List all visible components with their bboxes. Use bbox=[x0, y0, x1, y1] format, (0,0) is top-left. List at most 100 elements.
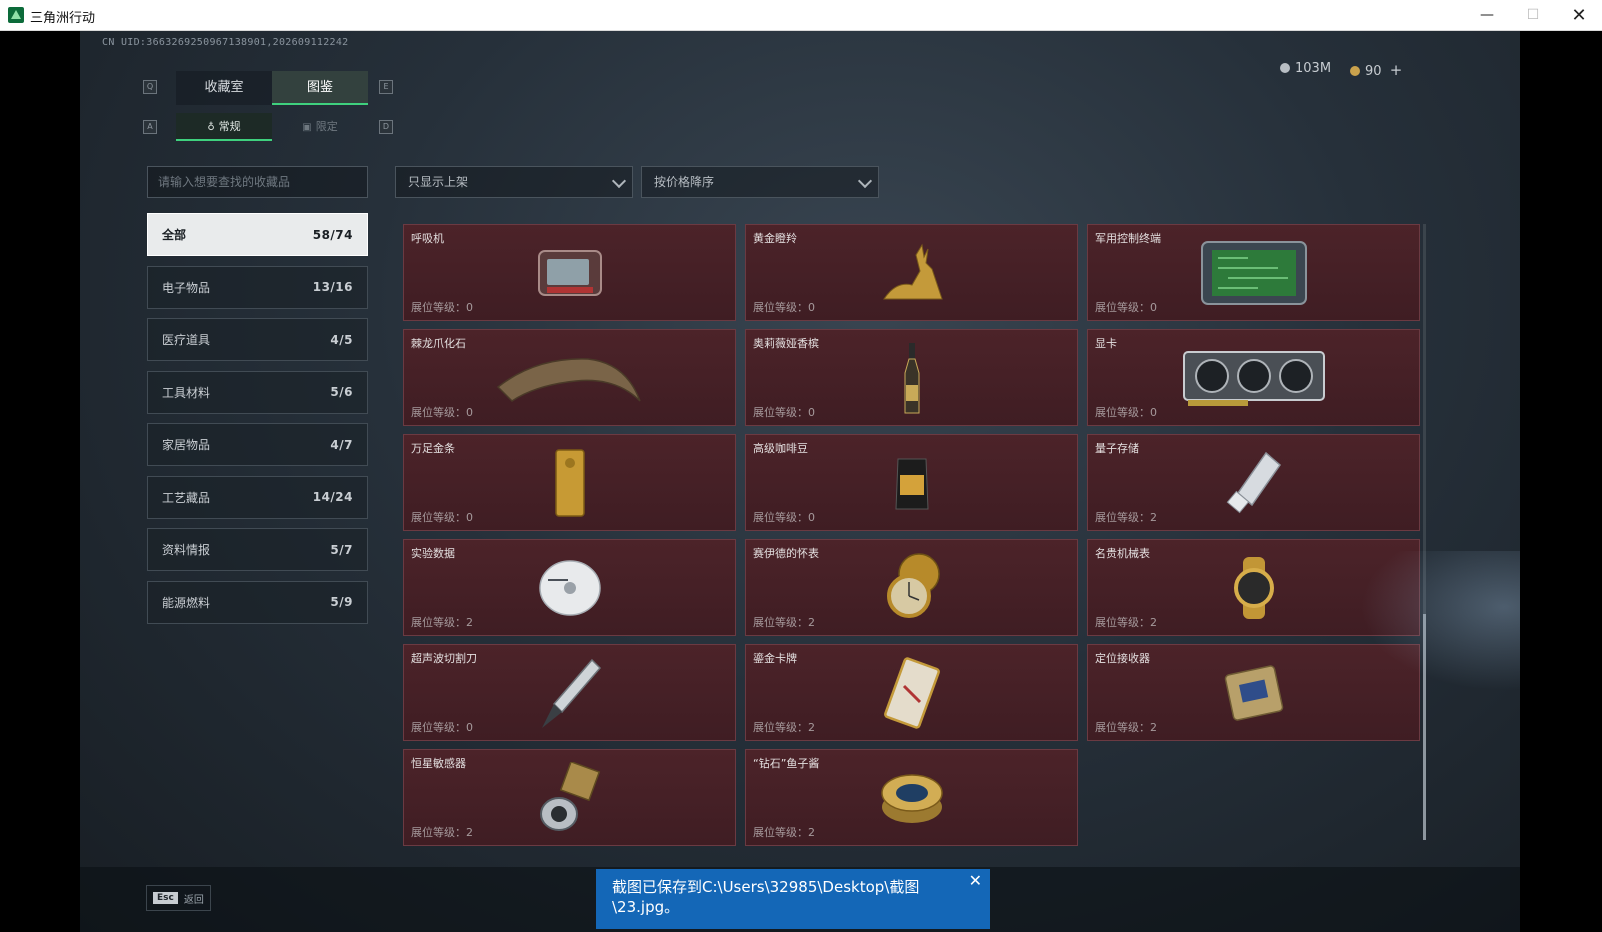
item-level: 展位等级：0 bbox=[753, 511, 815, 524]
item-level: 展位等级：2 bbox=[411, 826, 473, 839]
item-name: 黄金瞪羚 bbox=[753, 232, 797, 245]
subtab-regular[interactable]: ♁ 常规 bbox=[176, 113, 272, 141]
back-button[interactable]: Esc 返回 bbox=[146, 885, 211, 911]
item-card[interactable]: 高级咖啡豆 展位等级：0 bbox=[745, 434, 1078, 531]
item-name: 名贵机械表 bbox=[1095, 547, 1150, 560]
esc-key-icon: Esc bbox=[153, 892, 178, 904]
category-label: 资料情报 bbox=[162, 543, 211, 557]
window-title: 三角洲行动 bbox=[30, 11, 96, 26]
category-household[interactable]: 家居物品 4/7 bbox=[147, 423, 368, 466]
player-uid: CN UID:3663269250967138901,202609112242 bbox=[102, 37, 349, 48]
back-label: 返回 bbox=[183, 894, 204, 906]
key-hint-q: Q bbox=[143, 80, 157, 94]
tab-codex[interactable]: 图鉴 bbox=[272, 71, 368, 105]
category-label: 全部 bbox=[162, 228, 187, 242]
sub-tabs: ♁ 常规 ▣ 限定 bbox=[176, 113, 368, 141]
item-card[interactable]: 呼吸机 展位等级：0 bbox=[403, 224, 736, 321]
item-name: 奥莉薇娅香槟 bbox=[753, 337, 819, 350]
champagne-icon bbox=[904, 343, 919, 414]
item-name: 实验数据 bbox=[411, 547, 455, 560]
category-count: 13/16 bbox=[312, 280, 353, 294]
item-card[interactable]: 定位接收器 展位等级：2 bbox=[1087, 644, 1420, 741]
star-sensor-icon bbox=[539, 762, 600, 831]
ventilator-icon bbox=[537, 250, 602, 296]
category-all[interactable]: 全部 58/74 bbox=[147, 213, 368, 256]
category-tools[interactable]: 工具材料 5/6 bbox=[147, 370, 368, 414]
collection-search-input[interactable]: 请输入想要查找的收藏品 bbox=[147, 166, 368, 198]
item-level: 展位等级：0 bbox=[411, 301, 473, 314]
item-name: “钻石”鱼子酱 bbox=[753, 757, 820, 770]
luxury-watch-icon bbox=[1233, 557, 1274, 619]
item-card[interactable]: 显卡 展位等级：0 bbox=[1087, 329, 1420, 426]
item-card[interactable]: 恒星敏感器 展位等级：2 bbox=[403, 749, 736, 846]
item-card[interactable]: “钻石”鱼子酱 展位等级：2 bbox=[745, 749, 1078, 846]
item-card[interactable]: 名贵机械表 展位等级：2 bbox=[1087, 539, 1420, 636]
pocket-watch-icon bbox=[886, 553, 940, 618]
item-card[interactable]: 赛伊德的怀表 展位等级：2 bbox=[745, 539, 1078, 636]
maximize-button[interactable]: ☐ bbox=[1510, 0, 1556, 31]
chevron-down-icon bbox=[611, 173, 627, 189]
item-card[interactable]: 黄金瞪羚 展位等级：0 bbox=[745, 224, 1078, 321]
category-electronics[interactable]: 电子物品 13/16 bbox=[147, 265, 368, 309]
category-intel[interactable]: 资料情报 5/7 bbox=[147, 528, 368, 571]
toast-close-button[interactable]: ✕ bbox=[969, 871, 982, 891]
item-card[interactable]: 军用控制终端 展位等级：0 bbox=[1087, 224, 1420, 321]
item-level: 展位等级：2 bbox=[1095, 721, 1157, 734]
item-card[interactable]: 万足金条 展位等级：0 bbox=[403, 434, 736, 531]
item-level: 展位等级：0 bbox=[1095, 406, 1157, 419]
subtab-limited[interactable]: ▣ 限定 bbox=[272, 113, 368, 141]
item-name: 恒星敏感器 bbox=[411, 757, 466, 770]
item-card[interactable]: 奥莉薇娅香槟 展位等级：0 bbox=[745, 329, 1078, 426]
minimize-button[interactable]: — bbox=[1464, 0, 1510, 31]
scrollbar-thumb[interactable] bbox=[1423, 614, 1426, 840]
sort-dropdown[interactable]: 按价格降序 bbox=[641, 166, 879, 198]
subtab-limited-label: 限定 bbox=[315, 120, 338, 133]
toast-message: 截图已保存到C:\Users\32985\Desktop\截图\23.jpg。 bbox=[612, 878, 920, 916]
category-list: 全部 58/74 电子物品 13/16 医疗道具 4/5 工具材料 5/6 家居物品 4/… bbox=[147, 213, 368, 633]
item-card[interactable]: 鎏金卡牌 展位等级：2 bbox=[745, 644, 1078, 741]
item-level: 展位等级：0 bbox=[753, 301, 815, 314]
window-titlebar: 三角洲行动 — ☐ ✕ bbox=[0, 0, 1602, 31]
category-count: 5/6 bbox=[330, 385, 353, 399]
gold-coin-icon bbox=[1350, 66, 1360, 76]
close-window-button[interactable]: ✕ bbox=[1556, 0, 1602, 31]
tab-collection-room[interactable]: 收藏室 bbox=[176, 71, 272, 105]
category-energy[interactable]: 能源燃料 5/9 bbox=[147, 580, 368, 624]
limited-icon: ▣ bbox=[302, 122, 312, 133]
gold-gazelle-icon bbox=[882, 243, 943, 300]
item-name: 量子存储 bbox=[1095, 442, 1139, 455]
flask-icon: ♁ bbox=[207, 122, 215, 133]
chevron-down-icon bbox=[857, 173, 873, 189]
category-label: 家居物品 bbox=[162, 438, 211, 452]
currency-gold: 90 + bbox=[1350, 61, 1402, 79]
item-level: 展位等级：2 bbox=[753, 721, 815, 734]
item-name: 鎏金卡牌 bbox=[753, 652, 797, 665]
shelf-filter-value: 只显示上架 bbox=[408, 175, 469, 189]
shelf-filter-dropdown[interactable]: 只显示上架 bbox=[395, 166, 633, 198]
main-tabs: 收藏室 图鉴 bbox=[176, 71, 368, 105]
gold-bar-icon bbox=[554, 449, 585, 517]
category-medical[interactable]: 医疗道具 4/5 bbox=[147, 318, 368, 361]
graphics-card-icon bbox=[1182, 351, 1325, 406]
game-viewport: CN UID:3663269250967138901,202609112242 … bbox=[80, 31, 1520, 932]
item-level: 展位等级：0 bbox=[411, 406, 473, 419]
category-label: 能源燃料 bbox=[162, 595, 211, 610]
category-count: 5/7 bbox=[330, 542, 353, 557]
item-name: 棘龙爪化石 bbox=[411, 337, 466, 350]
category-count: 14/24 bbox=[312, 490, 353, 504]
item-level: 展位等级：2 bbox=[753, 826, 815, 839]
item-level: 展位等级：2 bbox=[1095, 511, 1157, 524]
add-currency-button[interactable]: + bbox=[1390, 61, 1403, 79]
currency-gold-value: 90 bbox=[1365, 64, 1382, 79]
sort-value: 按价格降序 bbox=[654, 175, 715, 189]
item-level: 展位等级：2 bbox=[411, 616, 473, 629]
item-level: 展位等级：2 bbox=[1095, 616, 1157, 629]
item-card[interactable]: 实验数据 展位等级：2 bbox=[403, 539, 736, 636]
category-crafts[interactable]: 工艺藏品 14/24 bbox=[147, 475, 368, 519]
category-count: 4/7 bbox=[330, 437, 353, 452]
item-card[interactable]: 量子存储 展位等级：2 bbox=[1087, 434, 1420, 531]
grid-scrollbar[interactable] bbox=[1423, 224, 1426, 840]
item-name: 呼吸机 bbox=[411, 232, 444, 245]
item-card[interactable]: 超声波切割刀 展位等级：0 bbox=[403, 644, 736, 741]
item-card[interactable]: 棘龙爪化石 展位等级：0 bbox=[403, 329, 736, 426]
